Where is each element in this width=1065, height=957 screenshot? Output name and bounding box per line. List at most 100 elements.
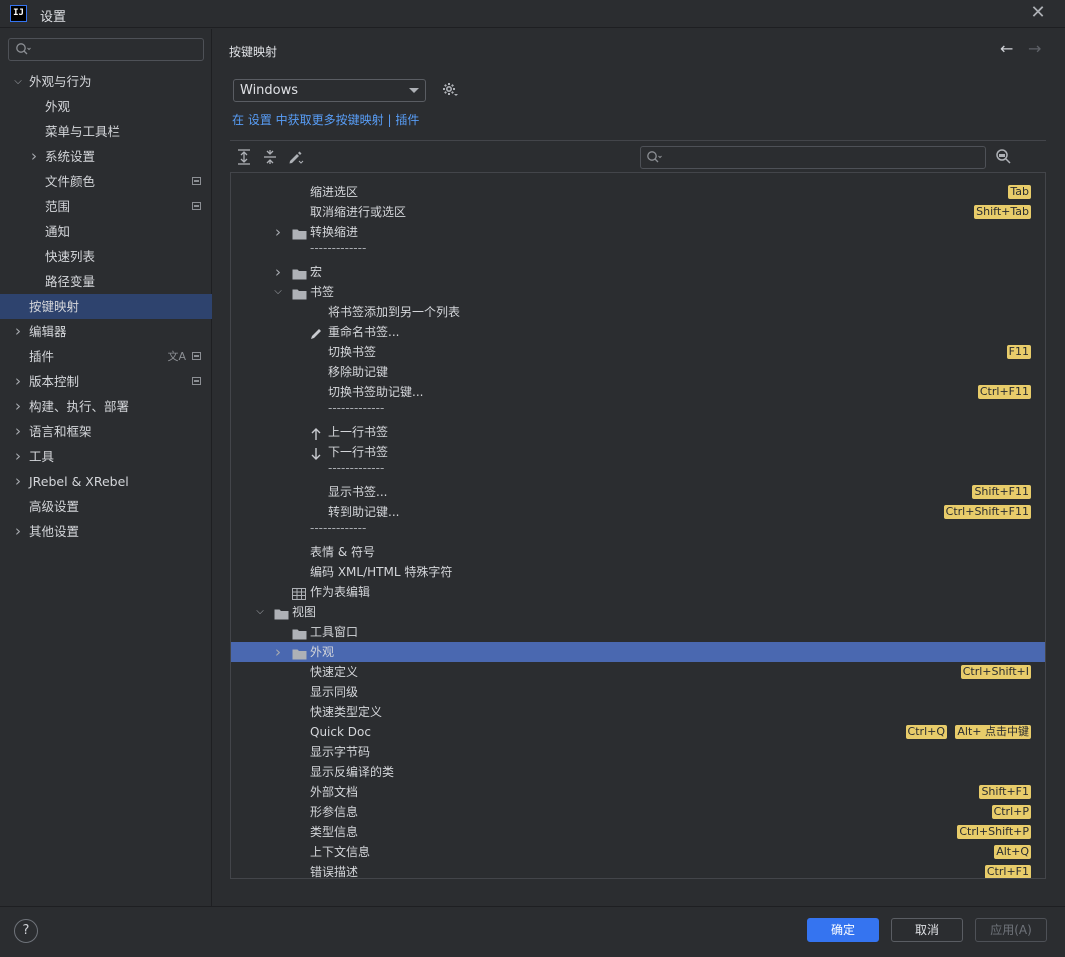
- sidebar-item[interactable]: › 工具: [0, 444, 212, 469]
- back-arrow-icon[interactable]: ←: [1000, 39, 1013, 58]
- edit-shortcut-icon[interactable]: [287, 149, 305, 167]
- chevron-down-icon[interactable]: ⌵: [272, 282, 284, 302]
- intellij-app-icon: IJ: [10, 5, 27, 22]
- ok-button[interactable]: 确定: [807, 918, 879, 942]
- action-label: 缩进选区: [310, 185, 359, 199]
- tree-row[interactable]: 缩进选区 Tab: [231, 182, 1045, 202]
- tree-row[interactable]: 形参信息 Ctrl+P: [231, 802, 1045, 822]
- sidebar-item[interactable]: › 语言和框架: [0, 419, 212, 444]
- tree-row[interactable]: 显示书签... Shift+F11: [231, 482, 1045, 502]
- close-icon[interactable]: ✕: [1028, 3, 1048, 23]
- sidebar-item[interactable]: 文件颜色: [0, 169, 212, 194]
- sidebar-item[interactable]: › JRebel & XRebel: [0, 469, 212, 494]
- tree-row[interactable]: 显示反编译的类: [231, 762, 1045, 782]
- sidebar-item[interactable]: 通知: [0, 219, 212, 244]
- tree-row[interactable]: Quick Doc Alt+ 点击中键 Ctrl+Q: [231, 722, 1045, 742]
- sidebar-item[interactable]: › 编辑器: [0, 319, 212, 344]
- tree-row[interactable]: 作为表编辑: [231, 582, 1045, 602]
- tree-row[interactable]: 类型信息 Ctrl+Shift+P: [231, 822, 1045, 842]
- tree-row[interactable]: 快速类型定义: [231, 702, 1045, 722]
- tree-row[interactable]: 显示同级: [231, 682, 1045, 702]
- tree-row[interactable]: › 外观: [231, 642, 1045, 662]
- tree-row[interactable]: 显示字节码: [231, 742, 1045, 762]
- tree-row[interactable]: 错误描述 Ctrl+F1: [231, 862, 1045, 878]
- sidebar-item[interactable]: 快速列表: [0, 244, 212, 269]
- chevron-right-icon[interactable]: ›: [12, 394, 24, 419]
- chevron-right-icon[interactable]: ›: [272, 642, 284, 662]
- chevron-down-icon[interactable]: ⌵: [254, 602, 266, 622]
- expand-all-icon[interactable]: [235, 149, 253, 167]
- sidebar-item[interactable]: 高级设置: [0, 494, 212, 519]
- tree-row[interactable]: 上下文信息 Alt+Q: [231, 842, 1045, 862]
- tree-row[interactable]: 快速定义 Ctrl+Shift+I: [231, 662, 1045, 682]
- tree-row[interactable]: 工具窗口: [231, 622, 1045, 642]
- search-icon: [647, 151, 662, 163]
- apply-button[interactable]: 应用(A): [975, 918, 1047, 942]
- sidebar-item[interactable]: › 构建、执行、部署: [0, 394, 212, 419]
- shortcut-search-input[interactable]: [640, 146, 986, 169]
- sidebar-item-label: 其他设置: [29, 524, 80, 539]
- chevron-down-icon[interactable]: ⌵: [12, 69, 24, 94]
- gear-icon[interactable]: [442, 81, 458, 101]
- sidebar-item[interactable]: 按键映射: [0, 294, 212, 319]
- sidebar-item[interactable]: 菜单与工具栏: [0, 119, 212, 144]
- sidebar-item[interactable]: › 系统设置: [0, 144, 212, 169]
- chevron-right-icon[interactable]: ›: [28, 144, 40, 169]
- shortcut-badge: Ctrl+Q: [905, 725, 947, 739]
- cancel-button[interactable]: 取消: [891, 918, 963, 942]
- keymap-panel: 按键映射 ← → Windows 在 设置 中获取更多按键映射 | 插件 缩进选…: [213, 29, 1065, 906]
- tree-row[interactable]: 移除助记键: [231, 362, 1045, 382]
- divider: [230, 140, 1046, 141]
- settings-sidebar: ⌵ 外观与行为 外观 菜单与工具栏 › 系统设置 文件颜色 范围 通知 快速列表 路径变量 按键映射 ›…: [0, 29, 212, 906]
- action-label: 移除助记键: [328, 365, 389, 379]
- chevron-right-icon[interactable]: ›: [12, 419, 24, 444]
- collapse-all-icon[interactable]: [261, 149, 279, 167]
- tree-row[interactable]: 将书签添加到另一个列表: [231, 302, 1045, 322]
- tree-row[interactable]: ⌵ 书签: [231, 282, 1045, 302]
- sidebar-search-input[interactable]: [8, 38, 204, 61]
- sidebar-item-label: 路径变量: [45, 274, 96, 289]
- chevron-right-icon[interactable]: ›: [272, 222, 284, 242]
- action-label: 工具窗口: [310, 625, 359, 639]
- sidebar-item[interactable]: 外观: [0, 94, 212, 119]
- chevron-right-icon[interactable]: ›: [12, 319, 24, 344]
- shortcut-badge: Tab: [1008, 185, 1031, 199]
- chevron-right-icon[interactable]: ›: [12, 469, 24, 494]
- shortcut-badge: Ctrl+Shift+P: [957, 825, 1031, 839]
- get-more-keymaps-link[interactable]: 在 设置 中获取更多按键映射 |: [232, 113, 392, 127]
- forward-arrow-icon[interactable]: →: [1028, 39, 1041, 58]
- tree-row[interactable]: ⌵ 视图: [231, 602, 1045, 622]
- sidebar-item[interactable]: › 其他设置: [0, 519, 212, 544]
- page-title: 按键映射: [229, 45, 278, 59]
- action-label: 形参信息: [310, 805, 359, 819]
- chevron-right-icon[interactable]: ›: [12, 369, 24, 394]
- tree-row[interactable]: 取消缩进行或选区 Shift+Tab: [231, 202, 1045, 222]
- shortcut-badge: Shift+Tab: [974, 205, 1031, 219]
- action-label: 上下文信息: [310, 845, 371, 859]
- action-label: 取消缩进行或选区: [310, 205, 407, 219]
- tree-row[interactable]: 重命名书签...: [231, 322, 1045, 342]
- project-scope-icon: [192, 352, 201, 360]
- action-label: 宏: [310, 265, 323, 279]
- separator-text: -------------: [310, 521, 367, 535]
- tree-row[interactable]: › 宏: [231, 262, 1045, 282]
- plugins-link[interactable]: 插件: [395, 113, 419, 127]
- sidebar-item[interactable]: ⌵ 外观与行为: [0, 69, 212, 94]
- sidebar-item[interactable]: 范围: [0, 194, 212, 219]
- keymap-dropdown[interactable]: Windows: [233, 79, 426, 102]
- separator-text: -------------: [310, 241, 367, 255]
- chevron-right-icon[interactable]: ›: [12, 519, 24, 544]
- tree-row[interactable]: 外部文档 Shift+F1: [231, 782, 1045, 802]
- tree-separator: -------------: [231, 461, 1045, 482]
- sidebar-item[interactable]: › 版本控制: [0, 369, 212, 394]
- sidebar-item[interactable]: 路径变量: [0, 269, 212, 294]
- sidebar-item[interactable]: 插件 文A: [0, 344, 212, 369]
- tree-row[interactable]: 编码 XML/HTML 特殊字符: [231, 562, 1045, 582]
- find-by-shortcut-icon[interactable]: [995, 148, 1013, 169]
- tree-row[interactable]: 上一行书签: [231, 422, 1045, 442]
- chevron-right-icon[interactable]: ›: [12, 444, 24, 469]
- tree-row[interactable]: 切换书签 F11: [231, 342, 1045, 362]
- help-button[interactable]: ?: [14, 919, 38, 943]
- tree-row[interactable]: 表情 & 符号: [231, 542, 1045, 562]
- chevron-right-icon[interactable]: ›: [272, 262, 284, 282]
